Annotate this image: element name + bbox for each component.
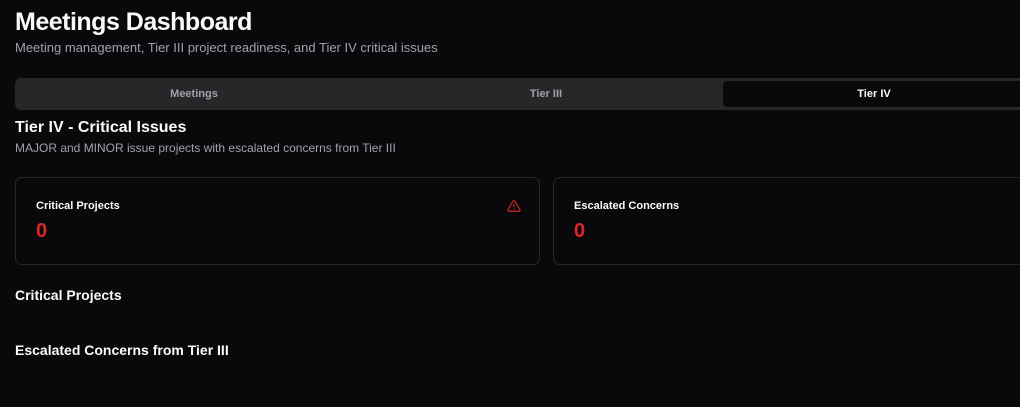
section-title: Tier IV - Critical Issues — [15, 119, 187, 136]
alert-triangle-icon — [507, 200, 521, 212]
escalated-concerns-count: 0 — [574, 220, 586, 242]
tab-meetings[interactable]: Meetings — [18, 81, 370, 107]
card-label: Critical Projects — [36, 200, 120, 212]
critical-projects-card: Critical Projects 0 — [15, 177, 540, 265]
card-label: Escalated Concerns — [574, 200, 680, 212]
page-title: Meetings Dashboard — [15, 8, 252, 36]
tab-tier-iv[interactable]: Tier IV — [723, 81, 1020, 107]
tab-tier-iii[interactable]: Tier III — [370, 81, 722, 107]
escalated-concerns-card: Escalated Concerns 0 — [553, 177, 1020, 265]
page-subtitle: Meeting management, Tier III project rea… — [15, 40, 438, 55]
tab-list: Meetings Tier III Tier IV — [15, 78, 1020, 110]
critical-projects-heading: Critical Projects — [15, 287, 122, 303]
critical-projects-count: 0 — [36, 220, 48, 242]
meetings-dashboard-page: Meetings Dashboard Meeting management, T… — [0, 0, 1020, 407]
section-subtitle: MAJOR and MINOR issue projects with esca… — [15, 141, 396, 155]
escalated-concerns-heading: Escalated Concerns from Tier III — [15, 342, 229, 358]
